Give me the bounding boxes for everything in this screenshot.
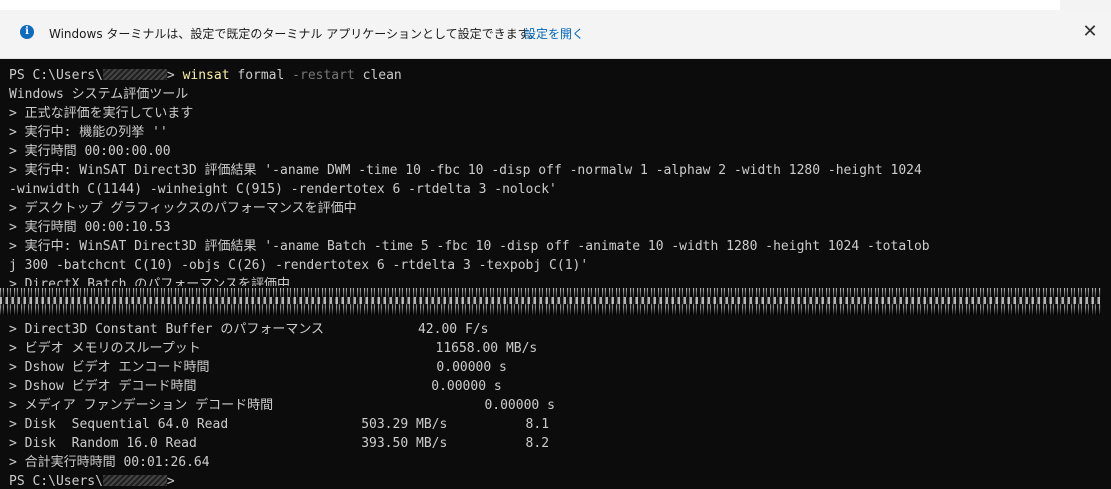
terminal-scrollbar[interactable] xyxy=(1101,59,1111,489)
terminal-output[interactable]: PS C:\Users\ > winsat formal -restart cle… xyxy=(0,59,1111,489)
command-name: winsat xyxy=(182,68,230,83)
prompt-prefix: PS C:\Users\ xyxy=(9,474,103,489)
info-bar-message: Windows ターミナルは、設定で既定のターミナル アプリケーションとして設定… xyxy=(49,27,541,41)
output-line: Windows システム評価ツール xyxy=(9,87,189,102)
redacted-username xyxy=(102,474,167,486)
output-line: -winwidth C(1144) -winheight C(915) -ren… xyxy=(9,182,557,197)
info-bar: i Windows ターミナルは、設定で既定のターミナル アプリケーションとして… xyxy=(0,10,1111,59)
output-line: > 実行時間 00:00:00.00 xyxy=(9,144,171,159)
output-line: > デスクトップ グラフィックスのパフォーマンスを評価中 xyxy=(9,201,357,216)
result-line: > Dshow ビデオ エンコード時間 0.00000 s xyxy=(9,360,507,375)
screenshot-glitch-band xyxy=(0,288,1111,315)
command-argument: clean xyxy=(354,68,402,83)
output-line: > 実行中: WinSAT Direct3D 評価結果 '-aname Batc… xyxy=(9,239,930,254)
redacted-username xyxy=(102,68,167,80)
output-line: > DirectX Batch のパフォーマンスを評価中 xyxy=(9,277,290,286)
info-icon: i xyxy=(20,25,34,39)
result-line: > 合計実行時時間 00:01:26.64 xyxy=(9,455,210,470)
tab-strip xyxy=(0,0,1111,11)
close-icon[interactable]: ✕ xyxy=(1078,20,1102,44)
result-line: > Dshow ビデオ デコード時間 0.00000 s xyxy=(9,379,502,394)
prompt-prefix: PS C:\Users\ xyxy=(9,68,103,83)
command-argument: formal xyxy=(229,68,293,83)
result-line: > ビデオ メモリのスループット 11658.00 MB/s xyxy=(9,341,538,356)
result-line: > Disk Sequential 64.0 Read 503.29 MB/s … xyxy=(9,417,550,432)
output-line: j 300 -batchcnt C(10) -objs C(26) -rende… xyxy=(9,258,589,273)
output-line: > 実行中: 機能の列挙 '' xyxy=(9,125,168,140)
output-line: > 正式な評価を実行しています xyxy=(9,106,194,121)
open-settings-link[interactable]: 設定を開く xyxy=(524,25,584,42)
prompt-suffix: > xyxy=(166,474,183,489)
output-line: > 実行中: WinSAT Direct3D 評価結果 '-aname DWM … xyxy=(9,163,922,178)
command-prompt-line: PS C:\Users\ > winsat formal -restart cle… xyxy=(9,66,1101,85)
command-parameter: -restart xyxy=(292,68,355,83)
result-line: > Direct3D Constant Buffer のパフォーマンス 42.0… xyxy=(9,322,489,337)
windows-terminal-window: i Windows ターミナルは、設定で既定のターミナル アプリケーションとして… xyxy=(0,0,1111,489)
result-line: > メディア ファンデーション デコード時間 0.00000 s xyxy=(9,398,555,413)
command-prompt-line: PS C:\Users\ > xyxy=(9,472,1101,489)
output-line: > 実行時間 00:00:10.53 xyxy=(9,220,171,235)
result-line: > Disk Random 16.0 Read 393.50 MB/s 8.2 xyxy=(9,436,550,451)
prompt-suffix: > xyxy=(166,68,183,83)
